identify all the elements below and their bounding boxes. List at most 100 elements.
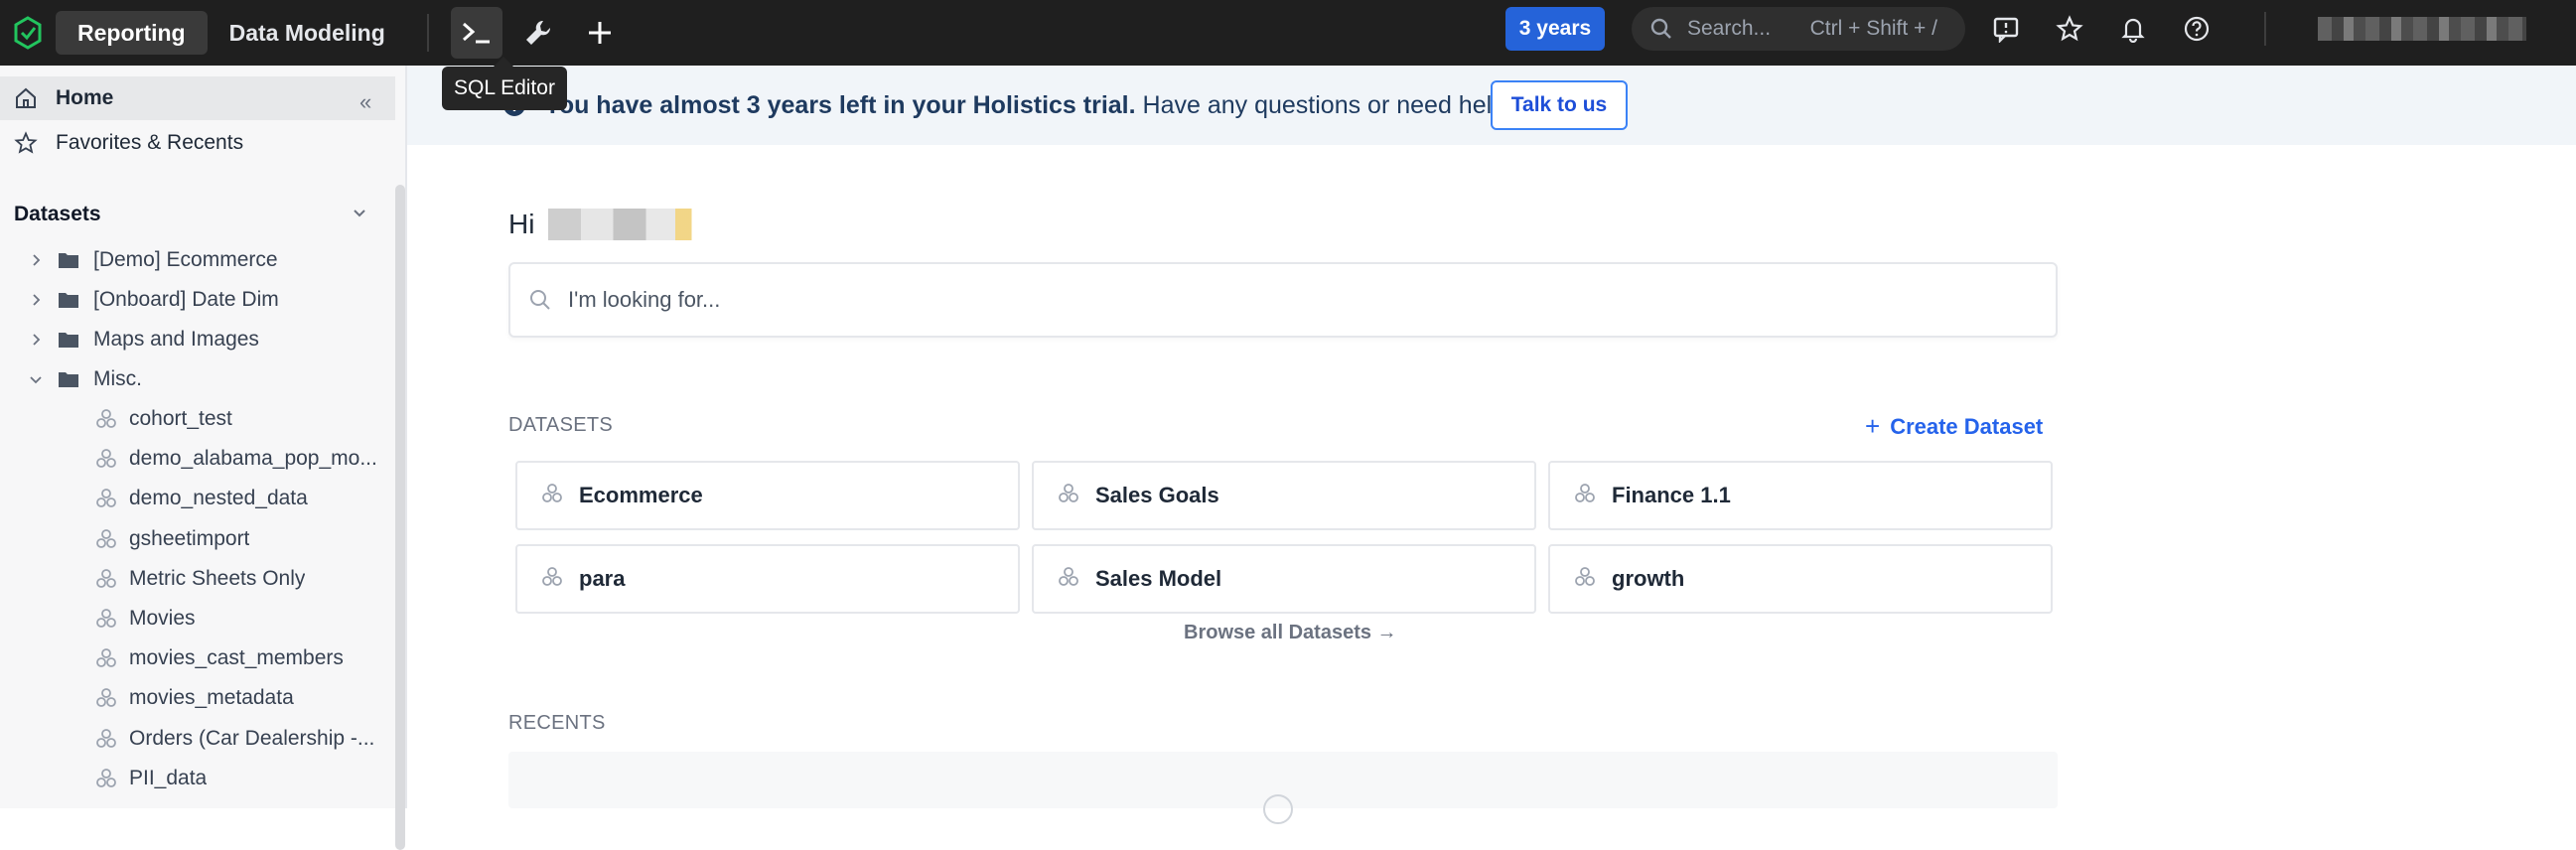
folder-maps-and-images[interactable]: Maps and Images [0,320,395,359]
help-icon[interactable] [2177,9,2217,49]
search-placeholder: Search... [1687,17,1772,40]
dataset-list-item[interactable]: gsheetimport [0,519,395,559]
dataset-icon [95,408,117,430]
folder-icon [58,331,79,349]
folder-onboard-date-dim[interactable]: [Onboard] Date Dim [0,280,395,320]
topbar-divider [426,14,429,52]
dataset-label: cohort_test [129,407,232,430]
datasets-heading: DATASETS [508,414,614,436]
trial-remaining-button[interactable]: 3 years [1505,7,1605,51]
bell-icon[interactable] [2113,9,2153,49]
star-icon[interactable] [2050,9,2089,49]
plus-icon: + [1865,411,1881,441]
dataset-card-name: Sales Goals [1095,483,1219,507]
arrow-right-icon: → [1376,622,1397,643]
dataset-list-item[interactable]: Metric Sheets Only [0,559,395,599]
dataset-list-item[interactable]: PII_data [0,759,395,798]
dataset-list-item[interactable]: demo_nested_data [0,479,395,518]
star-icon [14,131,38,154]
dataset-list-item[interactable]: Orders (Car Dealership -... [0,719,395,759]
tab-data-modeling[interactable]: Data Modeling [208,11,407,55]
dataset-card-name: Ecommerce [579,483,703,507]
browse-all-datasets-link[interactable]: Browse all Datasets → [1184,622,1397,644]
dataset-icon [95,647,117,669]
plus-icon[interactable] [574,7,626,59]
sidebar-item-home[interactable]: Home [0,76,395,120]
folder-label: Misc. [93,367,142,390]
trial-banner-bold: You have almost 3 years left in your Hol… [544,91,1136,119]
greeting-text: Hi [508,209,535,239]
folder-misc[interactable]: Misc. [0,359,395,399]
dataset-list-item[interactable]: Movies [0,599,395,638]
dataset-list-item[interactable]: demo_alabama_pop_mo... [0,439,395,479]
top-bar: Reporting Data Modeling 3 years Search..… [0,0,2576,66]
dataset-icon [95,728,117,750]
trial-banner-question: Have any questions or need help? [1142,91,1519,119]
dataset-label: Movies [129,607,196,630]
wrench-icon[interactable] [512,7,564,59]
global-search-input[interactable]: Search... Ctrl + Shift + / [1632,7,1965,51]
home-icon [16,87,36,108]
dataset-card[interactable]: growth [1548,544,2053,614]
dataset-icon [95,528,117,550]
sidebar-item-label: Home [56,86,114,109]
sql-editor-icon[interactable] [450,7,502,59]
dataset-label: demo_nested_data [129,487,308,510]
tab-reporting[interactable]: Reporting [56,11,208,55]
dataset-list-item[interactable]: movies_metadata [0,678,395,718]
dataset-card-name: Sales Model [1095,566,1222,591]
recents-heading: RECENTS [508,712,606,734]
chevron-right-icon[interactable] [26,333,46,347]
greeting: Hi [508,209,712,240]
dataset-label: movies_cast_members [129,646,344,670]
dataset-icon [95,608,117,630]
chevron-down-icon[interactable] [26,372,46,386]
search-icon [530,290,550,310]
dataset-label: Orders (Car Dealership -... [129,726,375,750]
dataset-list-item[interactable]: movies_cast_members [0,638,395,678]
dataset-card[interactable]: Sales Model [1032,544,1536,614]
dataset-icon [95,448,117,470]
dataset-list-item[interactable]: cohort_test [0,399,395,439]
dataset-icon [1574,566,1596,593]
folder-label: Maps and Images [93,328,259,351]
sidebar-scrollbar[interactable] [395,185,405,850]
home-search-placeholder: I'm looking for... [568,287,721,312]
dataset-icon [95,568,117,590]
create-dataset-label: Create Dataset [1890,413,2044,439]
sidebar: Home « Favorites & Recents Datasets [Dem… [0,66,407,850]
dataset-card-name: para [579,566,626,591]
dataset-icon [95,488,117,509]
home-search-input[interactable]: I'm looking for... [508,262,2058,338]
dataset-card[interactable]: para [515,544,1020,614]
folder-label: [Onboard] Date Dim [93,288,279,311]
loading-spinner-icon [1263,794,1293,824]
trial-banner-message: You have almost 3 years left in your Hol… [544,91,1519,120]
dataset-label: demo_alabama_pop_mo... [129,447,377,471]
user-menu-redacted[interactable] [2318,17,2526,41]
dataset-card[interactable]: Sales Goals [1032,461,1536,530]
chevron-right-icon[interactable] [26,253,46,267]
folder-icon [58,291,79,309]
dataset-card[interactable]: Finance 1.1 [1548,461,2053,530]
dataset-icon [1058,566,1079,593]
holistics-logo-icon[interactable] [0,0,56,66]
dataset-label: Metric Sheets Only [129,566,306,590]
dataset-icon [95,687,117,709]
dataset-icon [1574,483,1596,509]
folder-label: [Demo] Ecommerce [93,248,278,271]
sql-editor-tooltip: SQL Editor [442,57,567,110]
chevron-right-icon[interactable] [26,293,46,307]
sidebar-item-favorites[interactable]: Favorites & Recents [0,121,395,165]
folder-icon [58,370,79,388]
folder-demo-ecommerce[interactable]: [Demo] Ecommerce [0,240,395,280]
create-dataset-button[interactable]: + Create Dataset [1865,411,2043,442]
folder-icon [58,251,79,269]
chevron-down-icon[interactable] [350,203,369,227]
talk-to-us-button[interactable]: Talk to us [1491,80,1628,130]
dataset-card[interactable]: Ecommerce [515,461,1020,530]
feedback-icon[interactable] [1986,9,2026,49]
datasets-section-title: Datasets [14,203,101,225]
collapse-sidebar-icon[interactable]: « [359,89,371,115]
user-name-redacted [548,209,712,240]
